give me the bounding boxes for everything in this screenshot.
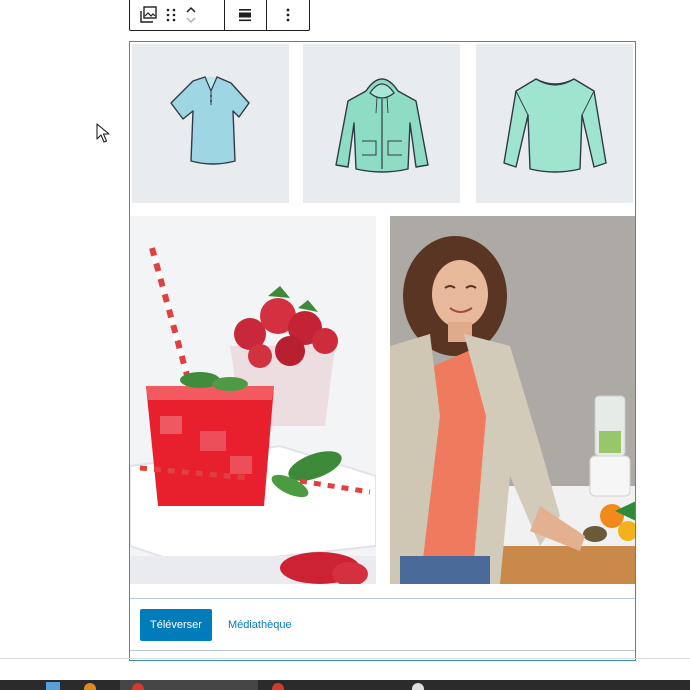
gallery-image-hoodie[interactable]	[303, 44, 460, 203]
gallery-footer-divider	[130, 598, 635, 599]
taskbar-app-icon[interactable]	[272, 683, 284, 690]
media-placeholder-actions: Téléverser Médiathèque	[130, 600, 635, 650]
taskbar-app-icon[interactable]	[412, 683, 424, 690]
gallery-block-icon[interactable]	[140, 0, 158, 30]
editor-bottom-separator	[0, 658, 690, 659]
gallery-block[interactable]: Téléverser Médiathèque	[129, 41, 636, 661]
os-taskbar	[0, 680, 690, 690]
block-toolbar	[129, 0, 310, 31]
gallery-bottom-divider	[130, 650, 635, 651]
gallery-image-long-sleeve-shirt[interactable]	[476, 44, 633, 203]
toolbar-group-more	[267, 0, 309, 30]
gallery-image-red-drink[interactable]	[130, 216, 376, 584]
more-options-icon[interactable]	[285, 0, 291, 30]
upload-button[interactable]: Téléverser	[140, 609, 212, 641]
taskbar-app-icon[interactable]	[132, 683, 144, 690]
move-up-down-icon[interactable]	[184, 0, 198, 30]
align-icon[interactable]	[237, 0, 253, 30]
media-library-button[interactable]: Médiathèque	[228, 619, 292, 631]
gallery-image-polo-shirt[interactable]	[132, 44, 289, 203]
editor-canvas: Téléverser Médiathèque	[0, 0, 690, 690]
mouse-cursor-icon	[96, 123, 110, 148]
gallery-image-woman-kitchen[interactable]	[390, 216, 635, 584]
toolbar-group-align	[225, 0, 268, 30]
taskbar-app-icon[interactable]	[46, 682, 60, 690]
taskbar-app-icon[interactable]	[84, 683, 96, 690]
toolbar-group-block	[130, 0, 225, 30]
drag-handle-icon[interactable]	[166, 0, 176, 30]
